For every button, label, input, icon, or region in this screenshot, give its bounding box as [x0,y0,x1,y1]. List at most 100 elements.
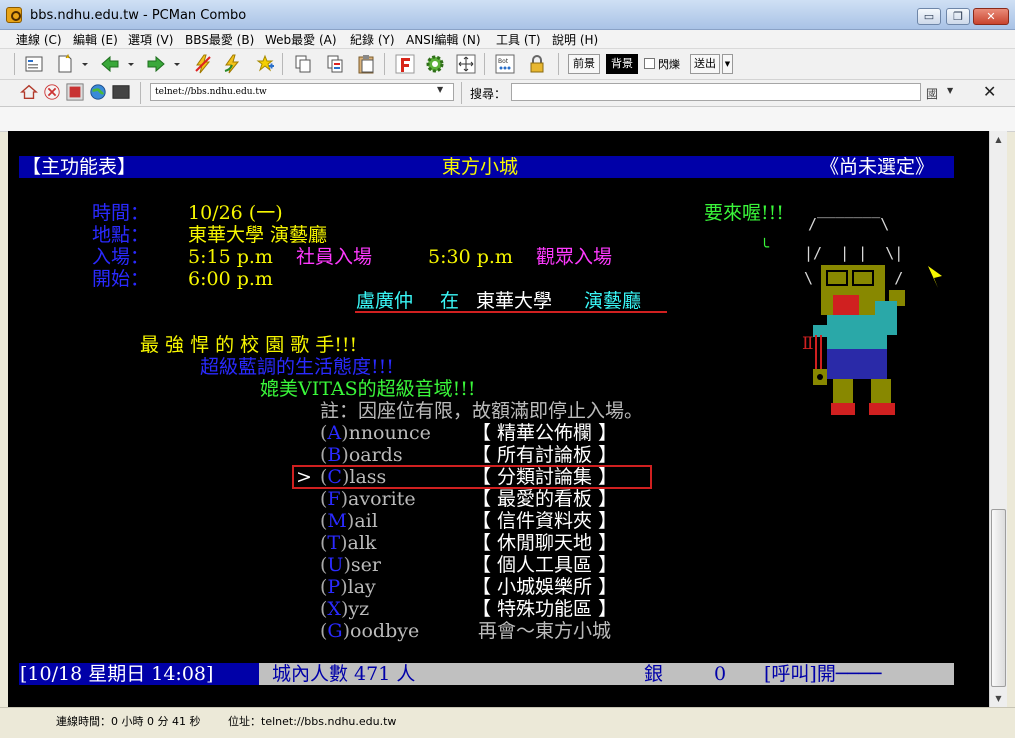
search-label: 搜尋： [470,87,507,101]
menu-option-oards[interactable]: (B)oards [320,444,403,466]
connection-time: 連線時間：0 小時 0 分 41 秒 [56,715,201,728]
menu-option-nnounce[interactable]: (A)nnounce [320,422,431,444]
venue-hall: 演藝廳 [584,290,642,312]
venue-underline [355,311,667,313]
new-tab-icon[interactable] [55,54,75,74]
maximize-button[interactable]: ❐ [946,8,970,25]
new-tab-dropdown-icon[interactable] [80,54,90,74]
background-color-button[interactable]: 背景 [606,54,638,74]
terminal-screen[interactable]: 【主功能表】 東方小城 《尚未選定》 時間： 10/26 (一) 地點： 東華大… [8,131,989,707]
blink-label: 閃爍 [658,58,680,71]
slogan-strongest: 最 強 悍 的 校 園 歌 手!!! [140,334,358,356]
scroll-thumb[interactable] [991,509,1006,687]
menu-option-yz[interactable]: (X)yz [320,598,369,620]
menu-option-ail[interactable]: (M)ail [320,510,378,532]
art-squiggle: ╰ [760,238,770,256]
site-list-icon[interactable] [24,54,44,74]
footer-users: 城內人數 471 人 [272,663,416,685]
menu-option-lay[interactable]: (P)lay [320,576,376,598]
paste-icon[interactable] [356,54,376,74]
venue-school: 東華大學 [476,290,553,312]
menu-connect[interactable]: 連線 (C) [16,31,62,48]
entry-members-label: 社員入場 [296,246,373,268]
search-language-button[interactable]: 國 [926,85,938,102]
menu-option-ser[interactable]: (U)ser [320,554,381,576]
menu-log[interactable]: 紀錄 (Y) [350,31,395,48]
svg-text:Bot: Bot [498,58,509,65]
address-separator [140,82,141,104]
header-menu-title: 【主功能表】 [22,156,137,178]
scroll-up-icon[interactable]: ▲ [990,131,1007,148]
minimize-button[interactable]: ▭ [917,8,941,25]
menu-option-description: 【 精華公佈欄 】 [472,422,618,444]
header-board-status: 《尚未選定》 [820,156,935,178]
menu-help[interactable]: 說明 (H) [552,31,598,48]
copy-with-ansi-icon[interactable] [325,54,345,74]
status-bar: 連線時間：0 小時 0 分 41 秒 位址：telnet://bbs.ndhu.… [0,707,1015,738]
menu-option-alk[interactable]: (T)alk [320,532,376,554]
toolbar-separator [282,53,283,75]
settings-gear-icon[interactable] [425,54,445,74]
footer-silver-value: 0 [714,663,727,685]
font-icon[interactable] [395,54,415,74]
search-input[interactable] [511,83,921,101]
forward-dropdown-icon[interactable] [172,54,182,74]
terminal-icon[interactable] [112,83,130,101]
footer-date: [10/18 星期日 14:08] [20,663,214,685]
footer-silver-label: 銀 [644,663,664,685]
menu-bbs-favorites[interactable]: BBS最愛 (B) [185,31,254,48]
stop-icon[interactable] [43,83,61,101]
footer-call-status: [呼叫]開──── [764,663,882,685]
place-value: 東華大學 演藝廳 [188,224,328,246]
menu-option-goodbye[interactable]: (G)oodbye [320,620,419,642]
bbs-mode-icon[interactable] [66,83,84,101]
foreground-color-button[interactable]: 前景 [568,54,600,74]
menu-option-description: 【 特殊功能區 】 [472,598,618,620]
close-button[interactable]: ✕ [973,8,1009,25]
menu-ansi-edit[interactable]: ANSI編輯 (N) [406,31,481,48]
start-value: 6:00 p.m [188,268,273,290]
terminal-scrollbar[interactable]: ▲ ▼ [989,131,1007,707]
art-figure-mark: Ⅱ [802,334,814,354]
scroll-down-icon[interactable]: ▼ [990,690,1007,707]
toolbar-separator [384,53,385,75]
menu-option-description: 【 小城娛樂所 】 [472,576,618,598]
home-icon[interactable] [20,83,38,101]
menu-option-description: 【 所有討論板 】 [472,444,618,466]
menu-edit[interactable]: 編輯 (E) [73,31,118,48]
address-input[interactable]: telnet://bbs.ndhu.edu.tw [150,83,454,101]
lock-icon[interactable] [527,54,547,74]
forward-arrow-icon[interactable] [146,54,166,74]
address-bar: telnet://bbs.ndhu.edu.tw ▼ 搜尋： 國 ▼ ✕ [0,80,1015,107]
disconnect-icon[interactable] [193,54,213,74]
close-tab-icon[interactable]: ✕ [983,82,996,101]
status-address: 位址：telnet://bbs.ndhu.edu.tw [228,715,397,728]
menu-options[interactable]: 選項 (V) [128,31,173,48]
sparkle-icon [928,266,942,288]
search-language-dropdown-icon[interactable]: ▼ [947,86,953,95]
web-globe-icon[interactable] [89,83,107,101]
blink-checkbox[interactable] [644,58,655,69]
time-value: 10/26 (一) [188,202,283,224]
copy-icon[interactable] [293,54,313,74]
send-button[interactable]: 送出 [690,54,720,74]
menu-web-favorites[interactable]: Web最愛 (A) [265,31,337,48]
back-arrow-icon[interactable] [100,54,120,74]
fullscreen-icon[interactable] [456,54,476,74]
menu-option-avorite[interactable]: (F)avorite [320,488,416,510]
send-dropdown-icon[interactable]: ▼ [722,54,733,74]
auto-reply-icon[interactable]: Bot [495,54,515,74]
menu-bar: 連線 (C) 編輯 (E) 選項 (V) BBS最愛 (B) Web最愛 (A)… [0,30,1015,49]
menu-option-description: 【 信件資料夾 】 [472,510,618,532]
menu-option-description: 【 最愛的看板 】 [472,488,618,510]
place-label: 地點： [92,224,150,246]
reconnect-icon[interactable] [222,54,242,74]
title-bar[interactable]: bbs.ndhu.edu.tw - PCMan Combo ▭ ❐ ✕ [0,0,1015,30]
add-favorite-icon[interactable] [255,54,275,74]
back-dropdown-icon[interactable] [126,54,136,74]
come-slogan: 要來喔!!! [704,202,784,224]
window-title: bbs.ndhu.edu.tw - PCMan Combo [30,8,247,23]
address-dropdown-icon[interactable]: ▼ [437,85,443,94]
cartoon-figure-illustration [813,265,905,415]
menu-tools[interactable]: 工具 (T) [496,31,541,48]
